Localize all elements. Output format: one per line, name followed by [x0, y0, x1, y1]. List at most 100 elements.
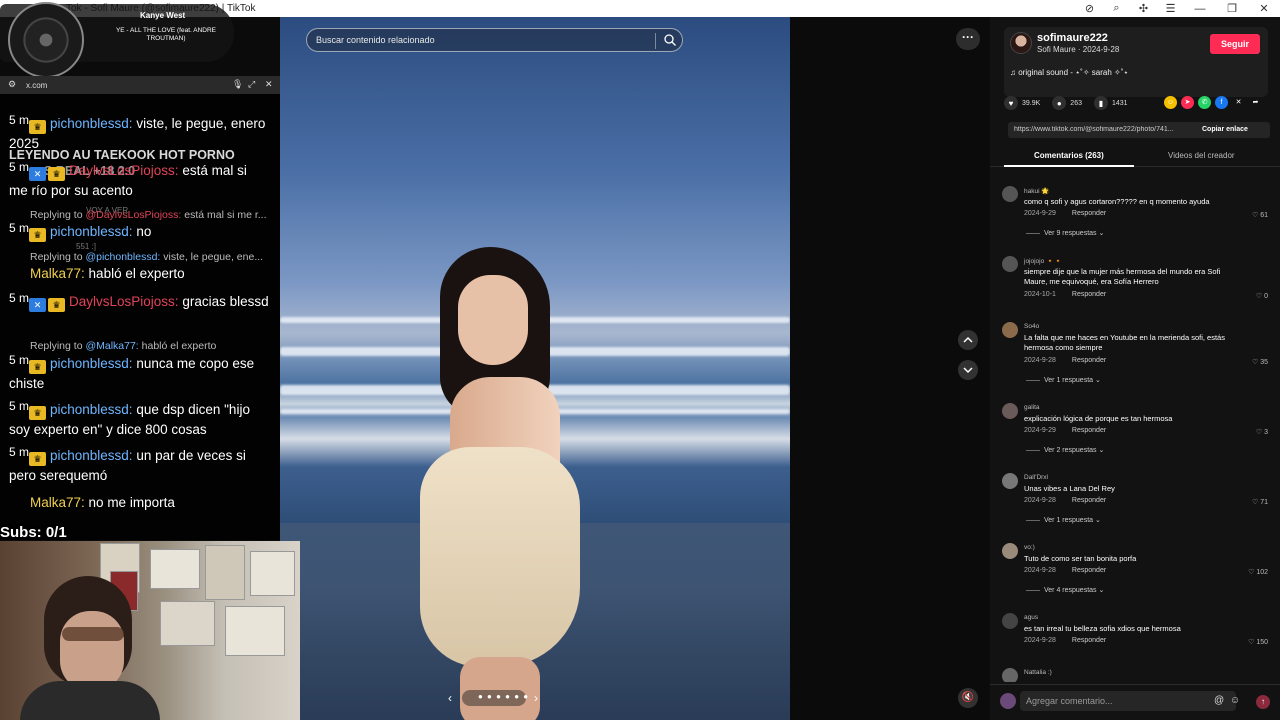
follow-button[interactable]: Seguir [1210, 34, 1260, 54]
comment-user[interactable]: vo:) [1024, 544, 1035, 551]
reply-button[interactable]: Responder [1072, 427, 1106, 434]
more-options-button[interactable]: ··· [956, 28, 980, 50]
emoji-icon[interactable]: ☺ [1230, 695, 1240, 706]
menu-icon[interactable]: ☰ [1157, 0, 1184, 17]
comment-avatar[interactable] [1002, 473, 1018, 489]
chevron-up-icon [963, 336, 973, 343]
share-send-icon[interactable]: ➤ [1181, 96, 1194, 109]
reply-target[interactable]: @DaylvsLosPiojoss: [85, 209, 181, 221]
wall-poster [205, 545, 245, 600]
comment-item: galita explicación lógica de porque es t… [1002, 403, 1268, 463]
reply-button[interactable]: Responder [1072, 567, 1106, 574]
avatar[interactable] [1010, 32, 1032, 54]
mute-button[interactable]: 🔇 [958, 688, 978, 708]
comment-avatar[interactable] [1002, 668, 1018, 682]
comment-user[interactable]: jojojojo 🔸🔸 [1024, 257, 1062, 265]
view-replies-button[interactable]: Ver 1 respuesta ⌄ [1026, 516, 1101, 524]
author-username[interactable]: sofimaure222 [1037, 32, 1108, 44]
comment-item: jojojojo 🔸🔸 siempre dije que la mujer má… [1002, 256, 1268, 306]
pager-next-icon[interactable]: › [534, 691, 538, 705]
post-url[interactable]: https://www.tiktok.com/@sofimaure222/pho… [1014, 126, 1194, 133]
reply-button[interactable]: Responder [1072, 210, 1106, 217]
mention-icon[interactable]: @ [1214, 695, 1224, 706]
chat-user[interactable]: DaylvsLosPiojoss: [69, 163, 179, 178]
send-button[interactable]: ↑ [1256, 695, 1270, 709]
comment-button[interactable]: ● 263 [1052, 96, 1082, 110]
comment-input[interactable]: Agregar comentario... [1020, 691, 1236, 711]
close-button[interactable]: ✕ [1248, 0, 1280, 17]
close-icon[interactable]: ✕ [265, 79, 273, 90]
chat-user[interactable]: pichonblessd: [50, 448, 133, 463]
x-share-icon[interactable]: ✕ [1232, 96, 1245, 109]
expand-icon[interactable]: ⤢ [248, 79, 255, 90]
search-bar[interactable]: Buscar contenido relacionado [306, 28, 683, 52]
comment-avatar[interactable] [1002, 256, 1018, 272]
view-replies-button[interactable]: Ver 4 respuestas ⌄ [1026, 586, 1104, 594]
comment-avatar[interactable] [1002, 403, 1018, 419]
comment-avatar[interactable] [1002, 543, 1018, 559]
comment-avatar[interactable] [1002, 613, 1018, 629]
chat-user[interactable]: pichonblessd: [50, 356, 133, 371]
reply-text: habló el experto [141, 340, 217, 352]
chat-message: 5 m ♛ pichonblessd: que dsp dicen "hijo s… [9, 400, 269, 439]
comment-like[interactable]: ♡ 71 [1252, 498, 1268, 506]
crown-badge-icon: ♛ [29, 360, 46, 374]
comment-like[interactable]: ♡ 150 [1248, 638, 1268, 646]
chat-user[interactable]: pichonblessd: [50, 116, 133, 131]
save-button[interactable]: ▮ 1431 [1093, 96, 1128, 110]
mic-icon[interactable]: 🎙 [232, 79, 243, 90]
tab-creator-videos[interactable]: Videos del creador [1168, 151, 1235, 160]
wall-poster [150, 549, 200, 589]
extensions-icon[interactable]: ✣ [1130, 0, 1157, 17]
comment-user[interactable]: agus [1024, 614, 1038, 621]
comment-like[interactable]: ♡ 61 [1252, 211, 1268, 219]
comment-like[interactable]: ♡ 3 [1256, 428, 1268, 436]
sound-link[interactable]: ♫ original sound - ⋆˚✧ sarah ✧˚⋆ [1010, 68, 1128, 77]
comment-user[interactable]: hakui 🌟 [1024, 187, 1049, 195]
whatsapp-icon[interactable]: ✆ [1198, 96, 1211, 109]
comment-like[interactable]: ♡ 102 [1248, 568, 1268, 576]
search-icon[interactable] [663, 33, 677, 47]
chat-user[interactable]: Malka77: [30, 266, 85, 281]
photo-pager[interactable]: ‹ ● ● ● ● ● ● › [448, 690, 548, 706]
reply-target[interactable]: @pichonblessd: [85, 251, 160, 263]
settings-icon[interactable]: ⚙ [8, 79, 16, 90]
post-photo[interactable] [280, 17, 790, 720]
tab-comments[interactable]: Comentarios (263) [1034, 151, 1104, 160]
comment-avatar[interactable] [1002, 186, 1018, 202]
comment-user[interactable]: Dall'Drxl [1024, 474, 1048, 481]
reply-button[interactable]: Responder [1072, 637, 1106, 644]
comment-like[interactable]: ♡ 0 [1256, 292, 1268, 300]
comment-user[interactable]: So4o [1024, 323, 1039, 330]
comment-like[interactable]: ♡ 35 [1252, 358, 1268, 366]
share-arrow-icon[interactable]: ➦ [1249, 96, 1262, 109]
comment-user[interactable]: Nattalia :) [1024, 669, 1052, 676]
reply-button[interactable]: Responder [1072, 497, 1106, 504]
reply-button[interactable]: Responder [1072, 357, 1106, 364]
view-replies-button[interactable]: Ver 1 respuesta ⌄ [1026, 376, 1101, 384]
chat-user[interactable]: Malka77: [30, 495, 85, 510]
reply-target[interactable]: @Malka77: [85, 340, 138, 352]
chat-user[interactable]: pichonblessd: [50, 224, 133, 239]
like-button[interactable]: ♥ 39.9K [1004, 96, 1040, 110]
copy-link-button[interactable]: Copiar enlace [1202, 126, 1248, 133]
chat-user[interactable]: DaylvsLosPiojoss: [69, 294, 179, 309]
chat-user[interactable]: pichonblessd: [50, 402, 133, 417]
facebook-icon[interactable]: f [1215, 96, 1228, 109]
mute-notifications-icon[interactable]: ⊘ [1076, 0, 1103, 17]
next-post-button[interactable] [958, 360, 978, 380]
previous-post-button[interactable] [958, 330, 978, 350]
reply-button[interactable]: Responder [1072, 291, 1106, 298]
comment-user[interactable]: galita [1024, 404, 1040, 411]
minimize-button[interactable]: — [1184, 0, 1216, 17]
search-input[interactable]: Buscar contenido relacionado [316, 35, 435, 45]
crown-badge-icon: ♛ [48, 298, 65, 312]
zoom-icon[interactable]: ⌕ [1103, 0, 1130, 17]
pager-prev-icon[interactable]: ‹ [448, 691, 452, 705]
comment-avatar[interactable] [1002, 322, 1018, 338]
view-replies-button[interactable]: Ver 2 respuestas ⌄ [1026, 446, 1104, 454]
share-embed-icon[interactable]: ☺ [1164, 96, 1177, 109]
view-replies-button[interactable]: Ver 9 respuestas ⌄ [1026, 229, 1104, 237]
restore-button[interactable]: ❐ [1216, 0, 1248, 17]
comment-meta: 2024-9-29 Responder [1024, 210, 1106, 217]
